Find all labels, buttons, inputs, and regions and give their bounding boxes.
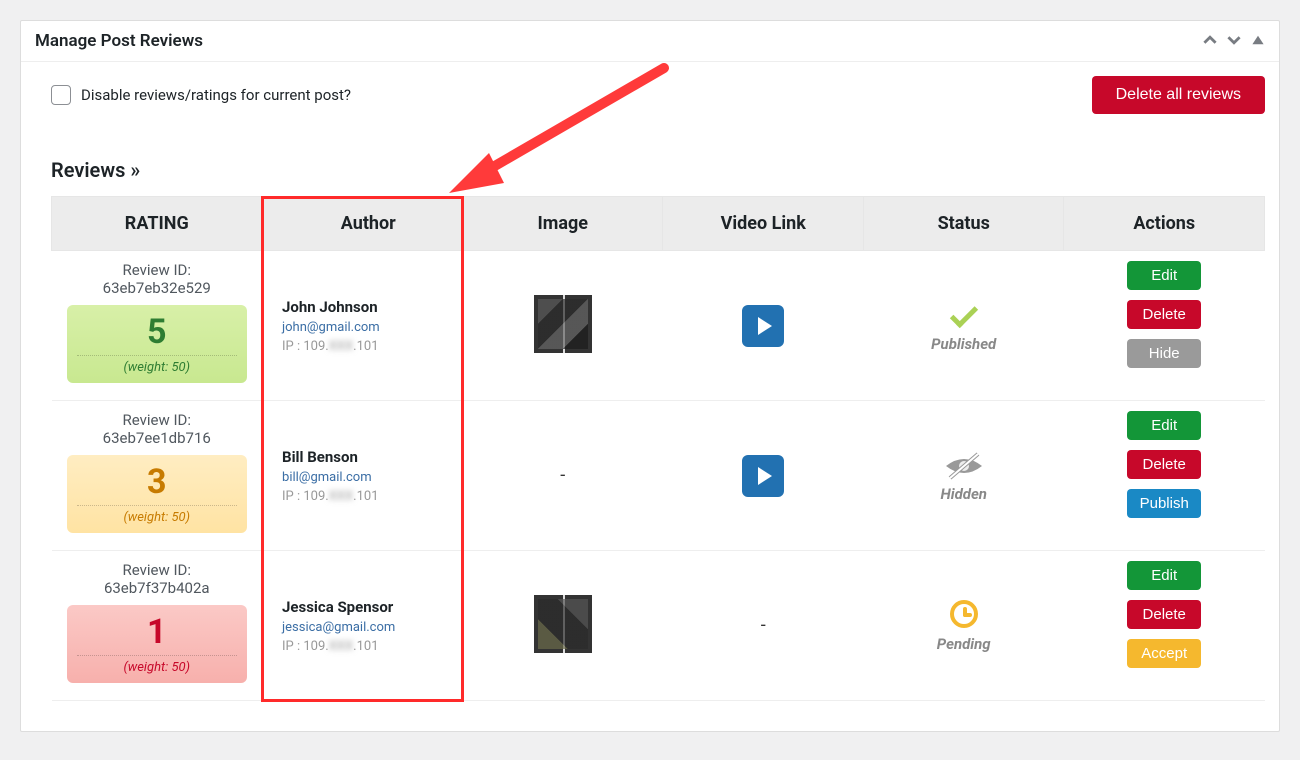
- col-rating: RATING: [52, 197, 263, 251]
- image-cell: -: [463, 401, 663, 551]
- rating-number: 3: [77, 465, 237, 506]
- author-ip: IP : 109.XXX.101: [282, 339, 454, 354]
- author-name: John Johnson: [282, 298, 454, 316]
- delete-button[interactable]: Delete: [1127, 300, 1201, 329]
- play-video-icon[interactable]: [742, 455, 784, 497]
- video-cell: [663, 251, 863, 401]
- col-status: Status: [863, 197, 1063, 251]
- chevron-up-icon[interactable]: [1203, 32, 1217, 51]
- disable-reviews-checkbox-row[interactable]: Disable reviews/ratings for current post…: [51, 85, 351, 105]
- author-name: Bill Benson: [282, 448, 454, 466]
- manage-reviews-panel: Manage Post Reviews Disable reviews/rati…: [20, 20, 1280, 732]
- accept-button[interactable]: Accept: [1127, 639, 1201, 668]
- actions-cell: Edit Delete Accept: [1064, 551, 1265, 701]
- status-cell: Hidden: [863, 401, 1063, 551]
- disable-reviews-label: Disable reviews/ratings for current post…: [81, 86, 351, 104]
- reviews-table: RATING Author Image Video Link Status Ac…: [51, 196, 1265, 701]
- rating-box: 3 (weight: 50): [67, 455, 247, 533]
- author-name: Jessica Spensor: [282, 598, 454, 616]
- rating-weight: (weight: 50): [77, 660, 237, 675]
- col-image: Image: [463, 197, 663, 251]
- panel-title: Manage Post Reviews: [35, 31, 203, 51]
- rating-number: 5: [77, 315, 237, 356]
- collapse-triangle-icon[interactable]: [1251, 32, 1265, 51]
- review-id-label: Review ID:: [60, 561, 255, 579]
- author-ip: IP : 109.XXX.101: [282, 639, 454, 654]
- rating-box: 1 (weight: 50): [67, 605, 247, 683]
- actions-cell: Edit Delete Hide: [1064, 251, 1265, 401]
- table-row: Review ID:63eb7f37b402a 1 (weight: 50) Jess…: [52, 551, 1265, 701]
- review-id-value: 63eb7eb32e529: [60, 279, 255, 297]
- author-cell: Bill Benson bill@gmail.com IP : 109.XXX.10…: [262, 401, 462, 551]
- rating-box: 5 (weight: 50): [67, 305, 247, 383]
- rating-cell: Review ID:63eb7eb32e529 5 (weight: 50): [52, 251, 263, 401]
- author-ip: IP : 109.XXX.101: [282, 489, 454, 504]
- col-video: Video Link: [663, 197, 863, 251]
- rating-cell: Review ID:63eb7ee1db716 3 (weight: 50): [52, 401, 263, 551]
- panel-body: Disable reviews/ratings for current post…: [21, 62, 1279, 731]
- status-cell: Published: [863, 251, 1063, 401]
- author-cell: John Johnson john@gmail.com IP : 109.XXX.1…: [262, 251, 462, 401]
- author-email-link[interactable]: jessica@gmail.com: [282, 620, 454, 635]
- no-image-dash: -: [560, 465, 565, 486]
- panel-header-controls: [1203, 32, 1265, 51]
- author-email-link[interactable]: bill@gmail.com: [282, 470, 454, 485]
- table-header-row: RATING Author Image Video Link Status Ac…: [52, 197, 1265, 251]
- hide-button[interactable]: Hide: [1127, 339, 1201, 368]
- top-row: Disable reviews/ratings for current post…: [51, 76, 1265, 114]
- review-id-value: 63eb7f37b402a: [60, 579, 255, 597]
- no-video-dash: -: [761, 615, 766, 636]
- rating-number: 1: [77, 615, 237, 656]
- delete-button[interactable]: Delete: [1127, 450, 1201, 479]
- rating-cell: Review ID:63eb7f37b402a 1 (weight: 50): [52, 551, 263, 701]
- author-cell: Jessica Spensor jessica@gmail.com IP : 109…: [262, 551, 462, 701]
- review-id-value: 63eb7ee1db716: [60, 429, 255, 447]
- video-cell: -: [663, 551, 863, 701]
- image-cell: [463, 251, 663, 401]
- disable-reviews-checkbox[interactable]: [51, 85, 71, 105]
- video-cell: [663, 401, 863, 551]
- review-thumbnail[interactable]: [534, 295, 592, 353]
- author-email-link[interactable]: john@gmail.com: [282, 320, 454, 335]
- reviews-section-title: Reviews »: [51, 158, 1265, 182]
- play-video-icon[interactable]: [742, 305, 784, 347]
- delete-button[interactable]: Delete: [1127, 600, 1201, 629]
- col-actions: Actions: [1064, 197, 1265, 251]
- edit-button[interactable]: Edit: [1127, 561, 1201, 590]
- clock-icon: [950, 600, 978, 628]
- image-cell: [463, 551, 663, 701]
- table-row: Review ID:63eb7ee1db716 3 (weight: 50) Bill…: [52, 401, 1265, 551]
- review-thumbnail[interactable]: [534, 595, 592, 653]
- delete-all-reviews-button[interactable]: Delete all reviews: [1092, 76, 1265, 114]
- status-label: Published: [871, 335, 1055, 353]
- edit-button[interactable]: Edit: [1127, 261, 1201, 290]
- review-id-label: Review ID:: [60, 411, 255, 429]
- review-id-label: Review ID:: [60, 261, 255, 279]
- rating-weight: (weight: 50): [77, 360, 237, 375]
- edit-button[interactable]: Edit: [1127, 411, 1201, 440]
- rating-weight: (weight: 50): [77, 510, 237, 525]
- actions-cell: Edit Delete Publish: [1064, 401, 1265, 551]
- check-icon: [950, 299, 978, 327]
- chevron-down-icon[interactable]: [1227, 32, 1241, 51]
- table-row: Review ID:63eb7eb32e529 5 (weight: 50) John…: [52, 251, 1265, 401]
- eye-slash-icon: [942, 452, 986, 476]
- panel-header: Manage Post Reviews: [21, 21, 1279, 62]
- publish-button[interactable]: Publish: [1127, 489, 1201, 518]
- status-label: Hidden: [871, 485, 1055, 503]
- status-cell: Pending: [863, 551, 1063, 701]
- status-label: Pending: [871, 635, 1055, 653]
- col-author: Author: [262, 197, 462, 251]
